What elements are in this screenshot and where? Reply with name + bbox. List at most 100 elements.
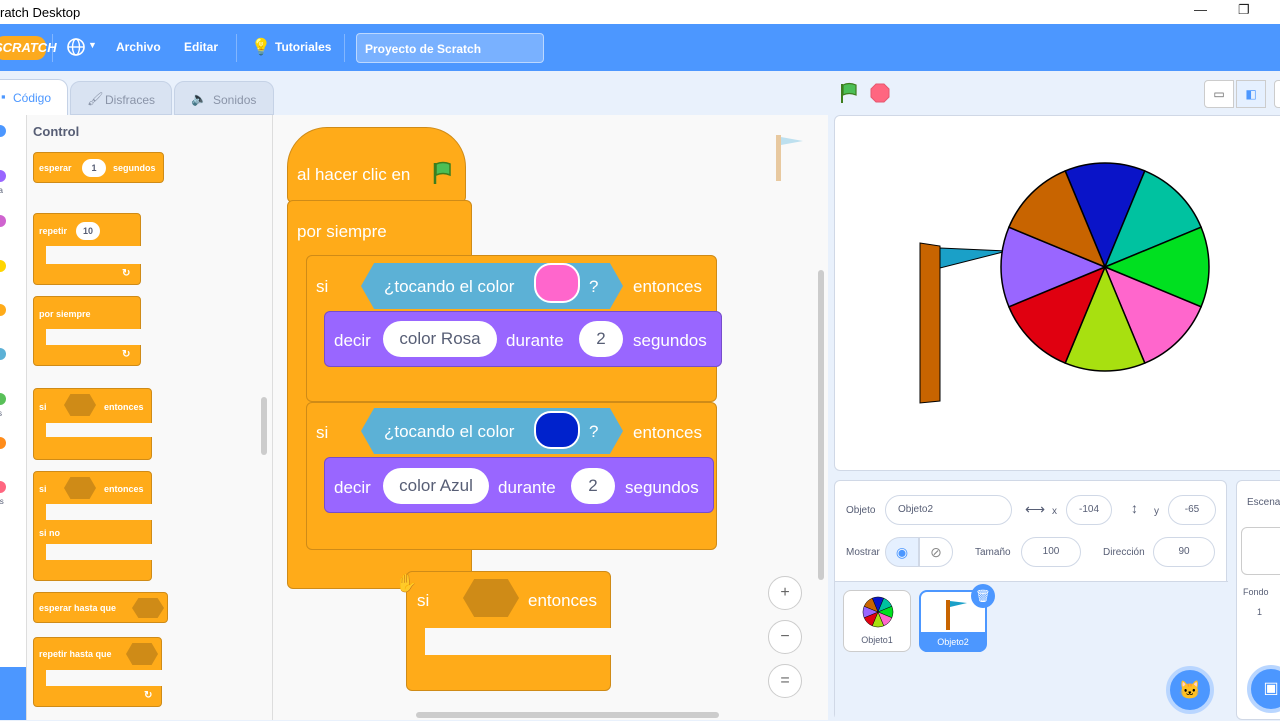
seconds-input[interactable]: 2 xyxy=(579,321,623,357)
category-color-dot xyxy=(0,170,6,182)
loop-arrow-icon: ↻ xyxy=(122,349,131,360)
cat-icon: 🐱 xyxy=(1178,680,1202,700)
color-swatch-blue[interactable] xyxy=(534,411,580,449)
tutorials-menu[interactable]: Tutoriales xyxy=(275,40,331,54)
project-title-input[interactable]: Proyecto de Scratch xyxy=(356,33,544,63)
edit-menu[interactable]: Editar xyxy=(184,40,218,54)
when-flag-clicked-block[interactable]: al hacer clic en xyxy=(287,127,466,203)
loop-arrow-icon: ↻ xyxy=(122,268,131,279)
fullscreen-button[interactable] xyxy=(1274,80,1280,108)
direction-input[interactable]: 90 xyxy=(1153,537,1215,567)
script-workspace[interactable]: al hacer clic en por siempre si ¿tocando… xyxy=(273,115,828,720)
tab-code-label: Código xyxy=(13,91,52,105)
speaker-icon: 🔈 xyxy=(191,91,208,106)
hide-sprite-button[interactable]: ⊘ xyxy=(919,537,953,567)
condition-slot[interactable] xyxy=(132,598,164,618)
color-swatch-pink[interactable] xyxy=(534,263,580,303)
globe-icon xyxy=(67,38,85,56)
say-text-input[interactable]: color Azul xyxy=(383,468,489,504)
dragged-if-block[interactable]: si entonces xyxy=(406,571,613,691)
palette-scrollbar[interactable] xyxy=(261,397,267,455)
palette-wait-until-block[interactable]: esperar hasta que xyxy=(33,592,168,623)
window-title: ratch Desktop xyxy=(0,5,81,20)
palette-repeat-until-block[interactable]: repetir hasta que ↻ xyxy=(33,637,163,707)
tab-costumes-label: Disfraces xyxy=(105,93,156,107)
sprite-flag-icon xyxy=(776,135,803,181)
palette-if-else-block[interactable]: si entonces si no xyxy=(33,471,153,581)
brush-icon: 🖌 xyxy=(87,91,104,106)
touching-color-condition[interactable]: ¿tocando el color ? xyxy=(361,263,623,309)
horizontal-arrows-icon: ⟷ xyxy=(1025,501,1046,517)
divider xyxy=(344,34,345,62)
workspace-h-scrollbar[interactable] xyxy=(416,712,719,718)
tab-costumes[interactable]: 🖌 Disfraces xyxy=(70,81,172,115)
green-flag-icon[interactable] xyxy=(838,82,860,104)
size-input[interactable]: 100 xyxy=(1021,537,1081,567)
palette-forever-block[interactable]: por siempre ↻ xyxy=(33,296,142,366)
block-slot xyxy=(46,329,142,345)
zoom-out-button[interactable]: − xyxy=(768,620,802,654)
block-slot xyxy=(46,670,163,686)
delete-sprite-button[interactable]: 🗑 xyxy=(971,584,995,608)
sprite-info-panel: Objeto Objeto2 ⟷ x -104 ↕ y -65 Mostrar … xyxy=(834,480,1228,721)
condition-slot[interactable] xyxy=(463,579,519,617)
seconds-input[interactable]: 2 xyxy=(571,468,615,504)
category-color-dot xyxy=(0,260,6,272)
window-titlebar: ratch Desktop — ❐ xyxy=(0,0,1280,24)
file-menu[interactable]: Archivo xyxy=(116,40,161,54)
palette-wait-block[interactable]: esperar 1 segundos xyxy=(33,152,164,183)
choose-sprite-button[interactable]: 🐱 xyxy=(1166,666,1214,714)
category-menu: iento iencia do tos trol ores dores oles… xyxy=(0,115,27,720)
palette-if-block[interactable]: si entonces xyxy=(33,388,153,460)
palette-section-title: Control xyxy=(33,124,80,139)
editor-tabs: ▪ Código 🖌 Disfraces 🔈 Sonidos xyxy=(0,71,830,116)
divider xyxy=(52,34,53,62)
maximize-button[interactable]: ❐ xyxy=(1238,2,1250,18)
add-extension-button[interactable] xyxy=(0,667,26,720)
condition-slot[interactable] xyxy=(126,643,158,665)
y-position-input[interactable]: -65 xyxy=(1168,495,1216,525)
minimize-button[interactable]: — xyxy=(1194,2,1207,17)
palette-repeat-block[interactable]: repetir 10 ↻ xyxy=(33,213,142,285)
hand-cursor-icon: ✋ xyxy=(395,573,418,593)
stage-canvas[interactable] xyxy=(834,115,1280,471)
stage-header: ▭ ◧ xyxy=(830,71,1280,115)
menu-bar: SCRATCH ▼ Archivo Editar 💡 Tutoriales Pr… xyxy=(0,24,1280,71)
chevron-down-icon: ▼ xyxy=(88,40,97,50)
category-color-dot xyxy=(0,481,6,493)
green-flag-icon xyxy=(433,161,451,184)
sprite-name-input[interactable]: Objeto2 xyxy=(885,495,1012,525)
x-position-input[interactable]: -104 xyxy=(1066,495,1112,525)
language-menu[interactable]: ▼ xyxy=(66,37,97,60)
say-text-input[interactable]: color Rosa xyxy=(383,321,497,357)
scratch-logo[interactable]: SCRATCH xyxy=(0,36,57,60)
choose-backdrop-button[interactable]: ▣ xyxy=(1247,665,1280,713)
tab-sounds-label: Sonidos xyxy=(213,93,257,107)
category-color-dot xyxy=(0,348,6,360)
sprite-list: Objeto1 Objeto2 🗑 🐱 xyxy=(835,581,1228,721)
tab-code[interactable]: ▪ Código xyxy=(0,79,68,116)
zoom-in-button[interactable]: + xyxy=(768,576,802,610)
category-color-dot xyxy=(0,437,6,449)
tab-sounds[interactable]: 🔈 Sonidos xyxy=(174,81,274,115)
say-for-secs-block[interactable]: decir color Rosa durante 2 segundos xyxy=(324,311,722,367)
block-slot xyxy=(46,423,153,437)
stage-target-panel: Escena Fondo 1 ▣ xyxy=(1236,480,1280,720)
block-palette: Control esperar 1 segundos repetir 10 ↻ … xyxy=(27,115,273,720)
show-sprite-button[interactable]: ◉ xyxy=(885,537,919,567)
normal-stage-button[interactable]: ◧ xyxy=(1236,80,1266,108)
lightbulb-icon: 💡 xyxy=(251,39,271,56)
block-slot xyxy=(425,628,613,655)
say-for-secs-block[interactable]: decir color Azul durante 2 segundos xyxy=(324,457,714,513)
zoom-reset-button[interactable]: = xyxy=(768,664,802,698)
trash-icon: 🗑 xyxy=(975,589,991,603)
stage-thumbnail[interactable] xyxy=(1241,527,1280,575)
stop-icon[interactable] xyxy=(870,83,890,103)
category-color-dot xyxy=(0,125,6,137)
sprite-thumb-objeto1[interactable]: Objeto1 xyxy=(843,590,911,652)
condition-slot[interactable] xyxy=(64,394,96,416)
touching-color-condition[interactable]: ¿tocando el color ? xyxy=(361,408,623,454)
small-stage-button[interactable]: ▭ xyxy=(1204,80,1234,108)
condition-slot[interactable] xyxy=(64,477,96,499)
workspace-v-scrollbar[interactable] xyxy=(818,270,824,580)
